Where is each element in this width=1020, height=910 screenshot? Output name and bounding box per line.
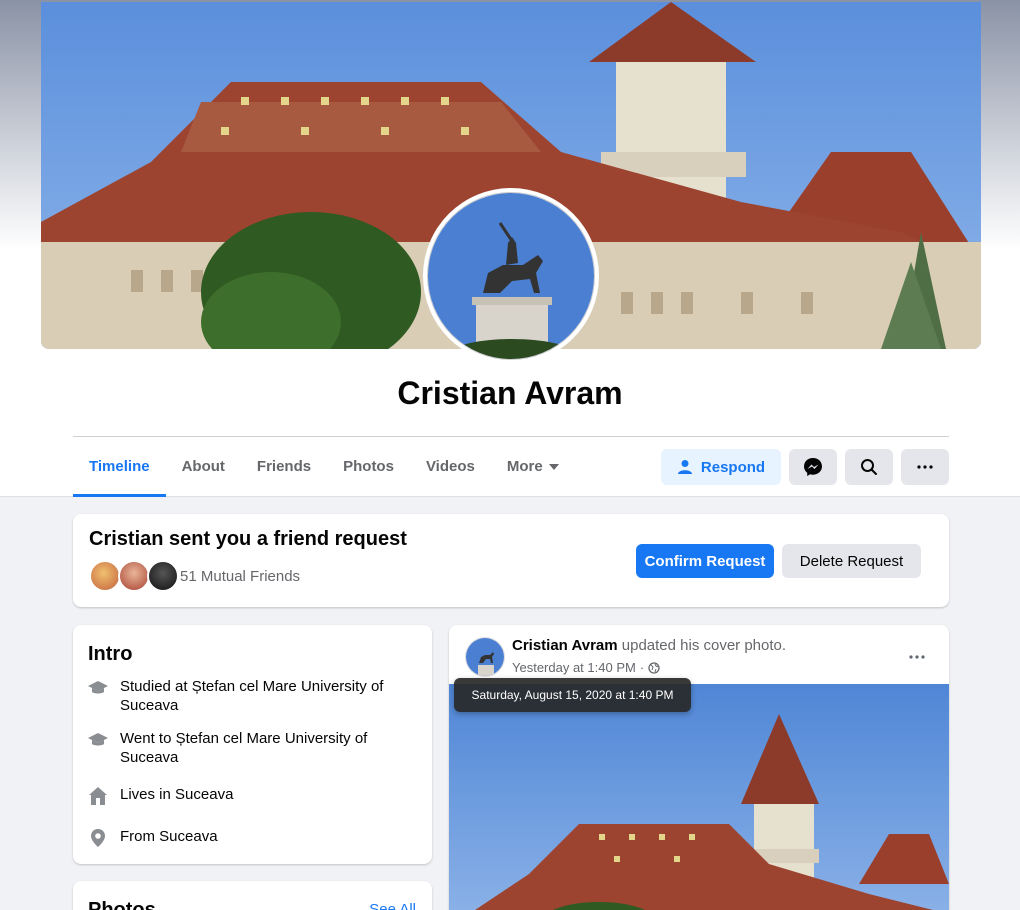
post-card: Cristian Avram updated his cover photo. … [449,625,949,910]
post-options-button[interactable] [909,646,925,664]
tab-about[interactable]: About [166,437,241,497]
mutual-friends-avatars[interactable] [89,560,179,592]
home-icon [89,787,107,805]
tab-photos[interactable]: Photos [327,437,410,497]
mutual-friends-link[interactable]: 51 Mutual Friends [180,568,300,585]
avatar[interactable] [89,560,121,592]
tab-videos[interactable]: Videos [410,437,491,497]
post-author-name[interactable]: Cristian Avram [512,637,618,654]
location-pin-icon [91,829,105,847]
timestamp-tooltip: Saturday, August 15, 2020 at 1:40 PM [454,678,691,712]
post-header: Cristian Avram updated his cover photo. [512,637,786,654]
tab-friends[interactable]: Friends [241,437,327,497]
post-timestamp[interactable]: Yesterday at 1:40 PM · [512,660,660,675]
more-options-button[interactable] [901,449,949,485]
graduation-cap-icon [88,681,108,694]
post-photo[interactable] [449,684,949,910]
intro-item-went-to: Went to Ștefan cel Mare University of Su… [88,729,408,767]
search-icon [861,459,877,475]
delete-request-button[interactable]: Delete Request [782,544,921,578]
search-button[interactable] [845,449,893,485]
avatar[interactable] [147,560,179,592]
friend-request-card: Cristian sent you a friend request 51 Mu… [73,514,949,607]
see-all-photos-link[interactable]: See All [369,901,416,910]
tab-timeline[interactable]: Timeline [73,437,166,497]
intro-item-lives-in: Lives in Suceava [88,785,408,806]
post-author-avatar[interactable] [465,637,505,677]
person-icon [677,460,692,474]
graduation-cap-icon [88,733,108,746]
caret-down-icon [548,464,559,471]
location-link[interactable]: Suceava [175,786,233,803]
intro-card: Intro Studied at Ștefan cel Mare Univers… [73,625,432,864]
profile-header: Cristian Avram Timeline About Friends Ph… [0,0,1020,497]
intro-item-studied: Studied at Ștefan cel Mare University of… [88,677,408,715]
tab-more[interactable]: More [491,437,575,497]
more-dots-icon [917,465,933,469]
globe-icon [648,661,660,674]
post-action-text: updated his cover photo. [621,637,787,654]
messenger-icon [804,458,822,476]
message-button[interactable] [789,449,837,485]
profile-nav: Timeline About Friends Photos Videos Mor… [73,437,575,497]
confirm-request-button[interactable]: Confirm Request [636,544,774,578]
profile-name: Cristian Avram [397,375,623,411]
friend-request-title: Cristian sent you a friend request [89,528,407,550]
intro-item-from: From Suceava [88,827,408,848]
profile-picture[interactable] [423,188,599,364]
respond-button[interactable]: Respond [661,449,781,485]
photos-card: Photos See All [73,881,432,910]
avatar[interactable] [118,560,150,592]
photos-title: Photos [88,899,156,910]
hometown-link[interactable]: Suceava [159,828,217,845]
more-dots-icon [909,655,925,659]
intro-title: Intro [88,643,133,665]
